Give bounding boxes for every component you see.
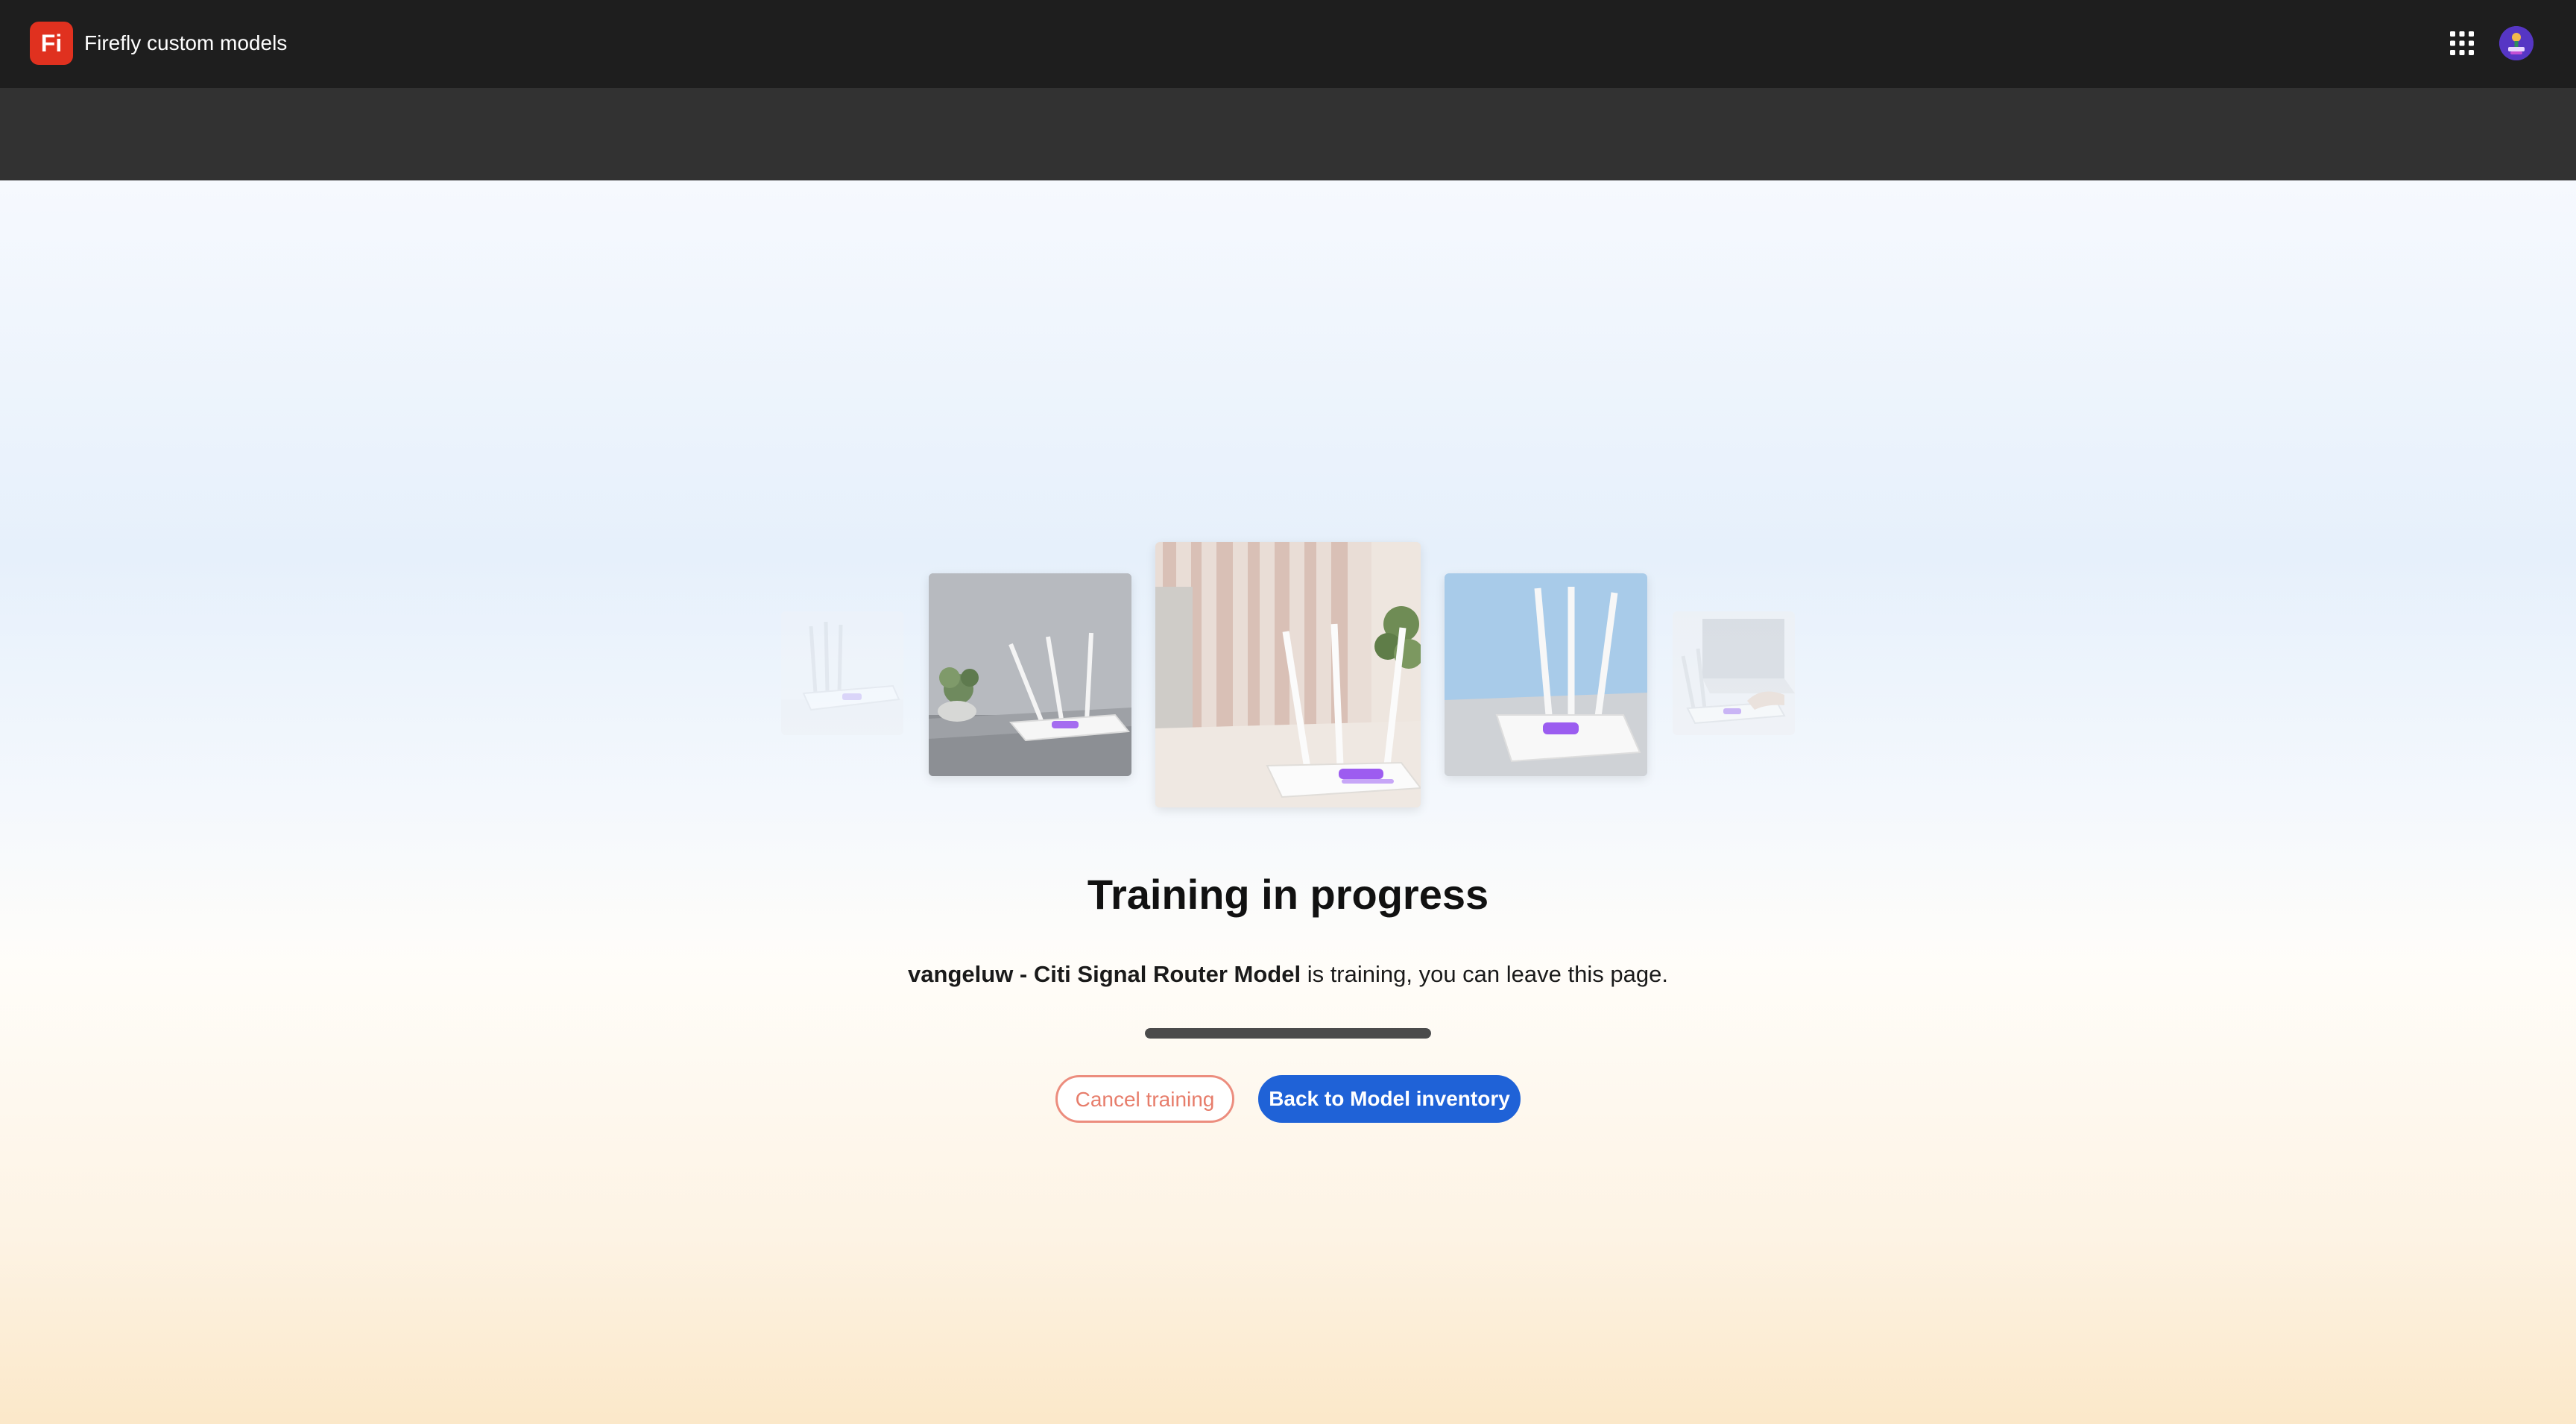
carousel-image-far-left	[781, 611, 903, 735]
firefly-logo[interactable]: Fi	[30, 22, 73, 65]
training-progress-bar	[1145, 1028, 1431, 1039]
back-to-inventory-button[interactable]: Back to Model inventory	[1258, 1075, 1521, 1123]
carousel-image-left	[929, 573, 1131, 776]
user-avatar-icon[interactable]	[2499, 26, 2534, 60]
carousel-image-right	[1445, 573, 1647, 776]
top-bar: Fi Firefly custom models	[0, 0, 2576, 88]
page-title: Training in progress	[1087, 871, 1489, 918]
app-grid-icon[interactable]	[2449, 30, 2475, 57]
cancel-training-button[interactable]: Cancel training	[1055, 1075, 1234, 1123]
model-name: vangeluw - Citi Signal Router Model	[908, 961, 1301, 987]
carousel-image-far-right	[1673, 611, 1795, 735]
status-message: is training, you can leave this page.	[1301, 961, 1668, 987]
training-status-text: vangeluw - Citi Signal Router Model is t…	[0, 958, 2576, 991]
app-title: Firefly custom models	[84, 31, 288, 54]
carousel-image-center	[1155, 542, 1421, 807]
progress-fill	[1145, 1028, 1431, 1039]
toolbar-strip	[0, 88, 2576, 180]
